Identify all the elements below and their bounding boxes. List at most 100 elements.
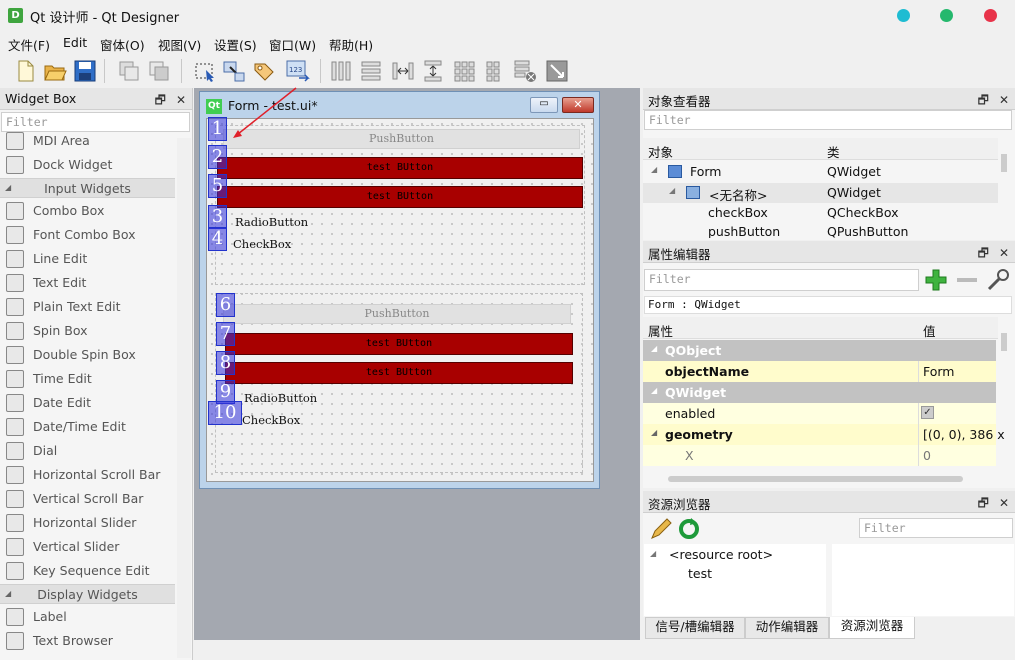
layout-vertical-icon[interactable] — [358, 58, 384, 84]
test-button-2[interactable]: test BUtton — [217, 186, 583, 208]
break-layout-icon[interactable] — [512, 58, 538, 84]
widget-box-item[interactable]: Vertical Slider — [0, 535, 175, 559]
form-window[interactable]: Qt Form - test.ui* ▭ ✕ PushButton test B… — [199, 91, 600, 489]
tab-order-marker[interactable]: 6 — [216, 293, 235, 317]
push-button-1[interactable]: PushButton — [223, 129, 580, 149]
maximize-button[interactable] — [940, 9, 953, 22]
float-icon[interactable]: 🗗 — [978, 93, 989, 107]
tree-row[interactable]: checkBox QCheckBox — [643, 203, 998, 223]
tab-order-marker[interactable]: 8 — [216, 351, 235, 375]
expand-icon[interactable]: ◢ — [651, 428, 657, 437]
menu-form[interactable]: 窗体(O) — [100, 35, 145, 54]
col-property[interactable]: 属性 — [648, 321, 673, 340]
menu-help[interactable]: 帮助(H) — [329, 35, 373, 54]
property-row[interactable]: objectName Form — [643, 361, 996, 382]
tab-order-marker[interactable]: 7 — [216, 322, 235, 346]
tree-row[interactable]: ◢ <无名称> QWidget — [643, 183, 998, 203]
widget-box-item[interactable]: Horizontal Slider — [0, 511, 175, 535]
property-value[interactable]: [(0, 0), 386 x — [923, 427, 1005, 442]
property-editor-filter[interactable]: Filter — [644, 269, 919, 291]
tab-order-marker[interactable]: 1 — [208, 117, 227, 141]
property-row[interactable]: X 0 — [643, 445, 996, 466]
layout-grid-icon[interactable] — [451, 58, 477, 84]
tab-order-marker[interactable]: 4 — [208, 227, 227, 251]
remove-property-icon[interactable] — [954, 267, 980, 293]
expand-icon[interactable]: ◢ — [651, 386, 657, 395]
widget-box-item[interactable]: Dial — [0, 439, 175, 463]
menu-view[interactable]: 视图(V) — [158, 35, 201, 54]
form-canvas[interactable]: PushButton test BUtton test BUtton Radio… — [206, 117, 594, 482]
copy-window-icon[interactable] — [116, 58, 142, 84]
widget-box-item[interactable]: Time Edit — [0, 367, 175, 391]
open-folder-icon[interactable] — [42, 58, 68, 84]
col-value[interactable]: 值 — [923, 321, 936, 340]
enabled-checkbox[interactable]: ✓ — [921, 406, 934, 419]
property-row[interactable]: ◢ geometry [(0, 0), 386 x — [643, 424, 1005, 445]
widget-box-item[interactable]: Spin Box — [0, 319, 175, 343]
form-close-button[interactable]: ✕ — [562, 97, 594, 113]
widget-box-item[interactable]: Key Sequence Edit — [0, 559, 175, 583]
tab-order-marker[interactable]: 10 — [208, 401, 242, 425]
widget-box-item[interactable]: Font Combo Box — [0, 223, 175, 247]
expand-icon[interactable]: ◢ — [669, 186, 675, 195]
widget-box-item[interactable]: Text Edit — [0, 271, 175, 295]
splitter-horizontal-icon[interactable] — [390, 58, 416, 84]
tab-order-marker[interactable]: 5 — [208, 174, 227, 198]
minimize-button[interactable] — [897, 9, 910, 22]
col-class[interactable]: 类 — [827, 142, 840, 161]
float-icon[interactable]: 🗗 — [155, 93, 166, 107]
tab-order-marker[interactable]: 3 — [208, 205, 227, 229]
widget-box-item[interactable]: MDI Area — [0, 129, 175, 153]
edit-widgets-icon[interactable] — [192, 58, 218, 84]
menu-settings[interactable]: 设置(S) — [214, 35, 257, 54]
property-value[interactable]: Form — [923, 364, 955, 379]
float-icon[interactable]: 🗗 — [978, 246, 989, 260]
widget-box-scrollbar[interactable] — [177, 138, 191, 658]
layout-form-icon[interactable] — [481, 58, 507, 84]
edit-buddies-icon[interactable] — [251, 58, 277, 84]
add-property-icon[interactable] — [923, 267, 949, 293]
edit-resources-icon[interactable] — [649, 517, 673, 541]
object-inspector-filter[interactable]: Filter — [644, 110, 1012, 130]
menu-window[interactable]: 窗口(W) — [269, 35, 316, 54]
property-row[interactable]: enabled ✓ — [643, 403, 996, 424]
widget-box-category[interactable]: ◢ Input Widgets — [0, 178, 175, 198]
property-category[interactable]: ◢ QWidget — [643, 382, 996, 403]
tree-row[interactable]: pushButton QPushButton — [643, 222, 998, 238]
radio-button-1[interactable]: RadioButton — [235, 215, 308, 229]
resource-filter[interactable]: Filter — [859, 518, 1013, 538]
expand-icon[interactable]: ◢ — [651, 344, 657, 353]
configure-icon[interactable] — [985, 267, 1011, 293]
tab-signal-slot-editor[interactable]: 信号/槽编辑器 — [645, 617, 745, 639]
scrollbar-thumb[interactable] — [1001, 333, 1007, 351]
widget-box-item[interactable]: Line Edit — [0, 247, 175, 271]
widget-box-category[interactable]: ◢ Display Widgets — [0, 584, 175, 604]
tab-resource-browser[interactable]: 资源浏览器 — [829, 617, 915, 639]
new-file-icon[interactable] — [12, 58, 38, 84]
col-object[interactable]: 对象 — [648, 142, 673, 161]
widget-box-item[interactable]: Date Edit — [0, 391, 175, 415]
adjust-size-icon[interactable] — [544, 58, 570, 84]
property-value[interactable]: 0 — [923, 448, 931, 463]
check-box-2[interactable]: CheckBox — [242, 413, 300, 427]
edit-tab-order-icon[interactable]: 123 — [285, 58, 311, 84]
float-icon[interactable]: 🗗 — [978, 496, 989, 510]
widget-box-item[interactable]: Text Browser — [0, 629, 175, 653]
close-icon[interactable]: ✕ — [999, 246, 1009, 260]
tree-row[interactable]: ◢ Form QWidget — [643, 162, 998, 182]
widget-box-item[interactable]: Combo Box — [0, 199, 175, 223]
radio-button-2[interactable]: RadioButton — [244, 391, 317, 405]
close-button[interactable] — [984, 9, 997, 22]
property-category[interactable]: ◢ QObject — [643, 340, 996, 361]
tab-order-marker[interactable]: 2 — [208, 145, 227, 169]
splitter-vertical-icon[interactable] — [420, 58, 446, 84]
form-minimize-button[interactable]: ▭ — [530, 97, 558, 113]
paste-window-icon[interactable] — [146, 58, 172, 84]
widget-box-item[interactable]: Plain Text Edit — [0, 295, 175, 319]
menu-file[interactable]: 文件(F) — [8, 35, 50, 54]
scrollbar-thumb[interactable] — [1001, 154, 1007, 172]
widget-box-item[interactable]: Dock Widget — [0, 153, 175, 177]
resource-item[interactable]: test — [688, 566, 712, 581]
check-box-1[interactable]: CheckBox — [233, 237, 291, 251]
expand-icon[interactable]: ◢ — [651, 165, 657, 174]
